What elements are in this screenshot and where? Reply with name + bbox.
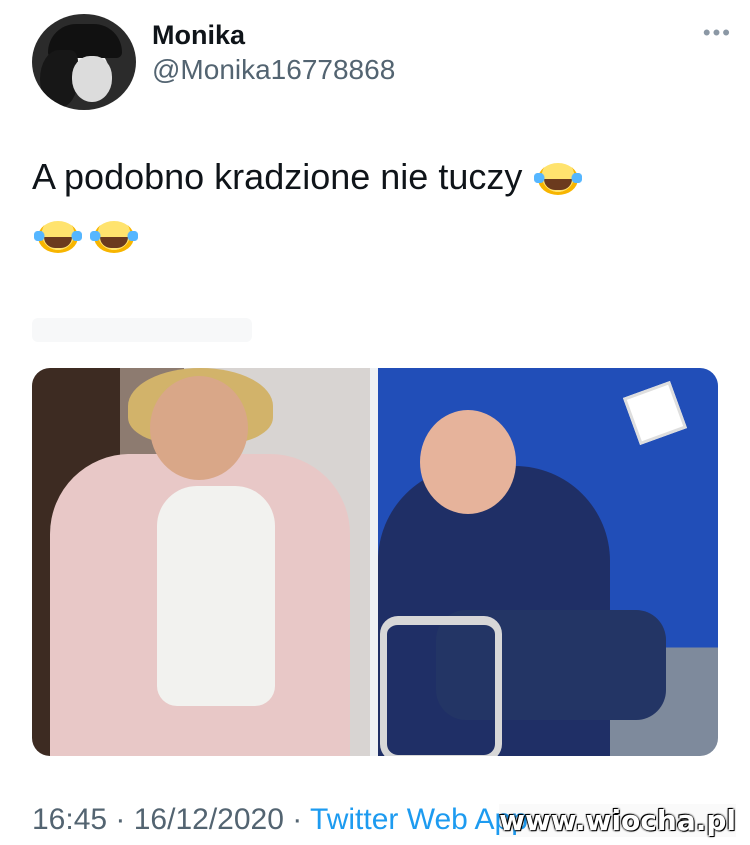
- tweet-media[interactable]: [32, 368, 718, 756]
- tweet-text: A podobno kradzione nie tuczy: [32, 148, 712, 264]
- tweet-metadata: 16:45 · 16/12/2020 · Twitter Web App: [32, 803, 528, 837]
- tweet-time[interactable]: 16:45: [32, 803, 107, 836]
- avatar-face: [72, 56, 112, 102]
- laughing-tears-emoji-icon: [90, 221, 139, 254]
- tweet-text-body: A podobno kradzione nie tuczy: [32, 156, 523, 197]
- source-app-link[interactable]: Twitter Web App: [310, 803, 528, 836]
- username-handle[interactable]: @Monika16778868: [152, 54, 395, 86]
- display-name[interactable]: Monika: [152, 20, 245, 51]
- photo-right-chair: [380, 616, 502, 756]
- photo-left-face: [150, 376, 248, 480]
- photo-left-shirt: [157, 486, 275, 706]
- avatar[interactable]: [32, 14, 136, 110]
- tweet-date[interactable]: 16/12/2020: [134, 803, 284, 836]
- photo-right-sign: [622, 380, 688, 446]
- tweet-header: Monika @Monika16778868 •••: [32, 14, 732, 110]
- meta-separator: ·: [283, 803, 311, 836]
- watermark: www.wiocha.pl: [499, 804, 736, 837]
- meta-separator: ·: [107, 803, 134, 836]
- photo-left[interactable]: [32, 368, 370, 756]
- laughing-tears-emoji-icon: [34, 221, 82, 254]
- photo-right[interactable]: [378, 368, 718, 756]
- faded-overlay-text: [32, 318, 252, 342]
- photo-right-face: [420, 410, 516, 514]
- laughing-tears-emoji-icon: [534, 163, 583, 196]
- more-options-icon[interactable]: •••: [703, 20, 732, 46]
